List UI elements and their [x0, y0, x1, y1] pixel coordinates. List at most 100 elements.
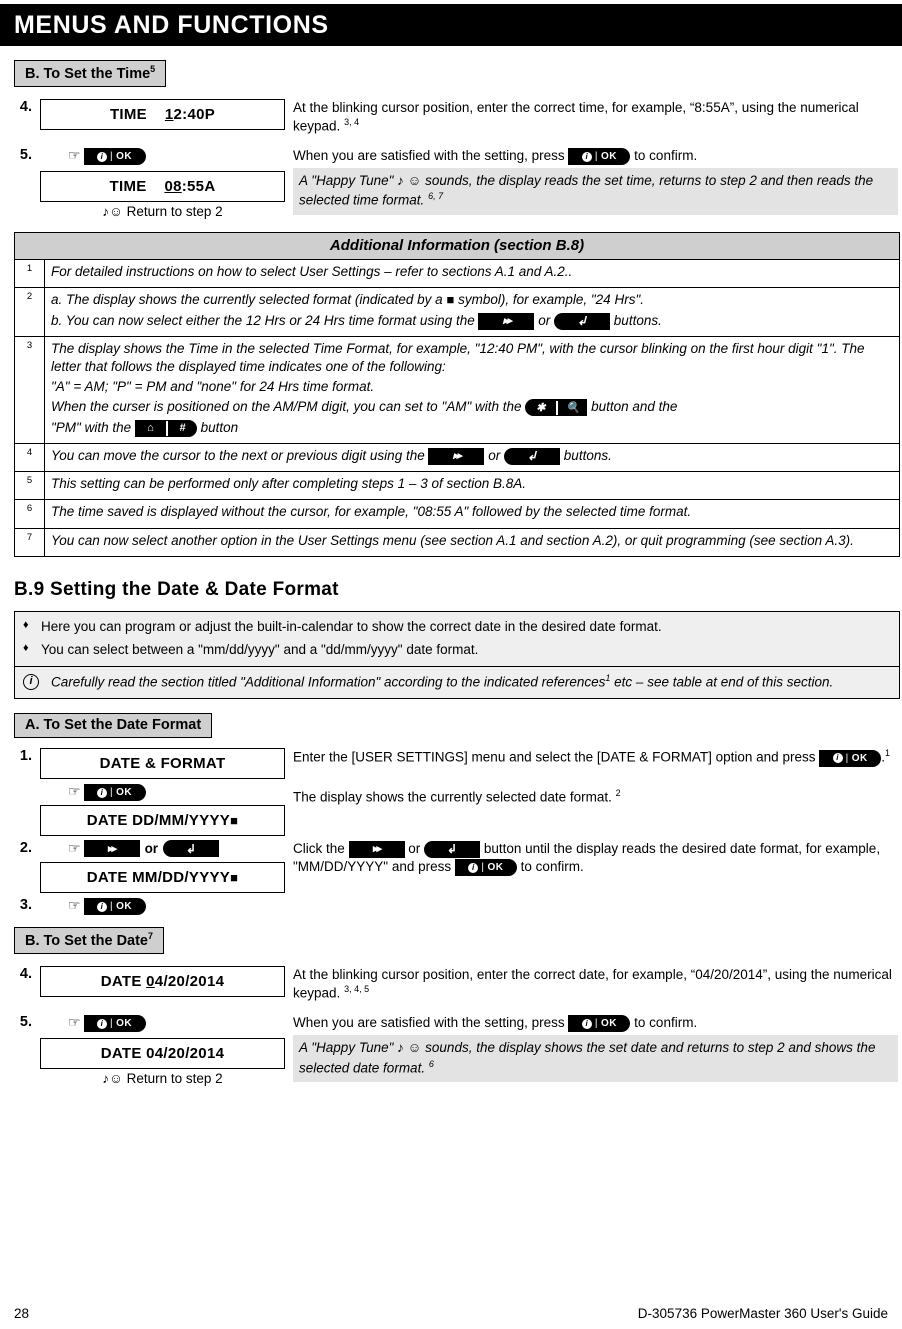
- page-title-bar: MENUS AND FUNCTIONS: [0, 4, 902, 46]
- step-5-display-col: ☞ i | OK TIME 08:55A ♪☺ Return to step 2: [40, 147, 285, 219]
- footnote-number: 7: [14, 527, 45, 557]
- additional-info-title: Additional Information (section B.8): [14, 232, 900, 261]
- lcd-cursor-digit: 0: [146, 972, 155, 990]
- step-2-pre: Click the: [293, 841, 345, 857]
- step-row-1: 1. DATE & FORMAT ☞ i | OK DATE DD/MM/YYYY ■ …: [0, 748, 902, 837]
- footnote-number: 6: [14, 499, 45, 529]
- page-title: MENUS AND FUNCTIONS: [14, 10, 329, 39]
- table-row: 3 The display shows the Time in the sele…: [14, 335, 900, 444]
- footnote-body: This setting can be performed only after…: [44, 471, 900, 501]
- home-hash-button[interactable]: ⌂ #: [134, 419, 197, 437]
- step-4-instruction: At the blinking cursor position, enter t…: [293, 99, 898, 135]
- step-row-4b: 4. DATE 0 4/20/2014 At the blinking curso…: [0, 965, 902, 1004]
- step-5-instruction: When you are satisfied with the setting,…: [293, 147, 898, 166]
- step-2-instruction: Click the ▸▸ or ↲ button until the displ…: [293, 840, 898, 877]
- table-row: 1 For detailed instructions on how to se…: [14, 259, 900, 289]
- step-row-2: 2. ☞ ▸▸ or ↲ DATE MM/DD/YYYY ■ Click the ▸…: [0, 840, 902, 894]
- bullet-text: You can select between a "mm/dd/yyyy" an…: [41, 642, 479, 658]
- back-button[interactable]: ↲: [554, 312, 611, 330]
- lcd-cursor-digit: 1: [164, 105, 174, 123]
- table-header-row: Additional Information (section B.8): [14, 232, 900, 261]
- step-5b-press-pre: When you are satisfied with the setting,…: [293, 1015, 565, 1031]
- footnote-4-mid: or: [488, 447, 501, 463]
- table-row: 4 You can move the cursor to the next or…: [14, 442, 900, 473]
- section-heading-set-date: B. To Set the Date7: [14, 927, 165, 954]
- back-button[interactable]: ↲: [504, 447, 561, 465]
- forward-button[interactable]: ▸▸: [83, 840, 140, 858]
- info-circle-icon: i: [23, 672, 51, 692]
- hand-pointer-icon: ☞: [68, 1014, 81, 1031]
- step-1-ok-press: ☞ i | OK: [40, 783, 285, 802]
- footnote-line: You can now select another option in the…: [51, 532, 854, 548]
- section-heading-set-time: B. To Set the Time5: [14, 60, 167, 87]
- ok-button[interactable]: i | OK: [83, 784, 146, 802]
- section-b9-heading: B.9 Setting the Date & Date Format: [14, 578, 339, 600]
- footnote-3-line2: "A" = AM; "P" = PM and "none" for 24 Hrs…: [51, 379, 375, 395]
- footnote-body: The display shows the Time in the select…: [44, 335, 900, 444]
- step-1-format-note: The display shows the currently selected…: [293, 788, 898, 806]
- step-4b-instruction: At the blinking cursor position, enter t…: [293, 966, 898, 1002]
- bullet-text: Here you can program or adjust the built…: [41, 618, 662, 634]
- info-icon: i: [97, 1018, 107, 1029]
- ok-button[interactable]: i | OK: [83, 148, 146, 166]
- lcd-date-04202014-cursor: DATE 0 4/20/2014: [40, 965, 285, 997]
- back-button[interactable]: ↲: [424, 841, 481, 859]
- lcd-value-rest: 4/20/2014: [154, 972, 225, 990]
- ok-button-label: OK: [116, 151, 133, 163]
- hand-pointer-icon: ☞: [68, 897, 81, 914]
- note-text-post: etc – see table at end of this section.: [610, 674, 834, 690]
- footnote-body: You can now select another option in the…: [44, 527, 900, 557]
- lcd-date-and-format: DATE & FORMAT: [40, 748, 285, 780]
- smiley-icon: ☺: [109, 204, 123, 220]
- step-5b-result-note: A "Happy Tune" ♪ ☺ sounds, the display s…: [293, 1035, 898, 1083]
- section-heading-label: A. To Set the Date Format: [25, 717, 202, 734]
- step-5-press-post: to confirm.: [634, 148, 698, 164]
- step-row-4: 4. TIME 1 2:40P At the blinking cursor po…: [0, 98, 902, 137]
- footnote-line: This setting can be performed only after…: [51, 476, 527, 492]
- info-icon: i: [468, 862, 479, 873]
- step-1-instruction: Enter the [USER SETTINGS] menu and selec…: [293, 748, 898, 767]
- step-number-4: 4.: [19, 98, 32, 115]
- step-2-end: to confirm.: [520, 859, 584, 875]
- ok-button[interactable]: i | OK: [83, 1015, 146, 1033]
- lcd-label: TIME: [109, 178, 147, 196]
- search-icon: 🔍: [556, 400, 587, 416]
- hand-pointer-icon: ☞: [68, 147, 81, 164]
- info-icon: i: [97, 901, 107, 912]
- back-button[interactable]: ↲: [163, 840, 220, 858]
- ok-button[interactable]: i | OK: [454, 859, 517, 877]
- star-search-button[interactable]: ✱ 🔍: [525, 399, 588, 417]
- section-heading-set-date-format: A. To Set the Date Format: [14, 713, 213, 739]
- footnote-body: You can move the cursor to the next or p…: [44, 442, 900, 473]
- step-number-4b: 4.: [19, 965, 32, 982]
- forward-button[interactable]: ▸▸: [428, 447, 485, 465]
- ok-button[interactable]: i | OK: [568, 148, 631, 166]
- step-5-press-pre: When you are satisfied with the setting,…: [293, 148, 565, 164]
- step-1-instruction-text: Enter the [USER SETTINGS] menu and selec…: [293, 749, 816, 765]
- ok-button-label: OK: [116, 1018, 133, 1030]
- step-1-format-note-text: The display shows the currently selected…: [293, 789, 612, 805]
- footnote-3-end: button: [200, 419, 239, 435]
- step-3-ok-press: ☞ i | OK: [40, 897, 285, 916]
- section-heading-label: B. To Set the Time: [25, 65, 151, 82]
- step-row-5b: 5. ☞ i | OK DATE 04/20/2014 ♪☺ Return to st…: [0, 1014, 902, 1086]
- step-number-5: 5.: [19, 147, 32, 164]
- lcd-date-mmddyyyy: DATE MM/DD/YYYY ■: [40, 862, 285, 894]
- footnote-3-post2: "PM" with the: [51, 419, 132, 435]
- black-square-icon: ■: [230, 813, 239, 829]
- lcd-value: DATE DD/MM/YYYY: [86, 812, 231, 830]
- info-icon: i: [97, 787, 107, 798]
- footnote-2a-post: symbol), for example, "24 Hrs".: [458, 292, 644, 308]
- footnote-body: For detailed instructions on how to sele…: [44, 259, 900, 289]
- footnote-3-line4: "PM" with the ⌂ # button: [51, 419, 893, 437]
- forward-button[interactable]: ▸▸: [478, 312, 535, 330]
- ok-button-label: OK: [600, 151, 617, 163]
- ok-button[interactable]: i | OK: [568, 1015, 631, 1033]
- step-4-display-col: TIME 1 2:40P: [40, 98, 285, 130]
- ok-button[interactable]: i | OK: [819, 749, 882, 767]
- diamond-bullet-icon: ♦: [23, 642, 29, 655]
- info-icon: i: [97, 151, 107, 162]
- lcd-date-ddmmyyyy: DATE DD/MM/YYYY ■: [40, 805, 285, 837]
- ok-button[interactable]: i | OK: [83, 898, 146, 916]
- forward-button[interactable]: ▸▸: [348, 841, 405, 859]
